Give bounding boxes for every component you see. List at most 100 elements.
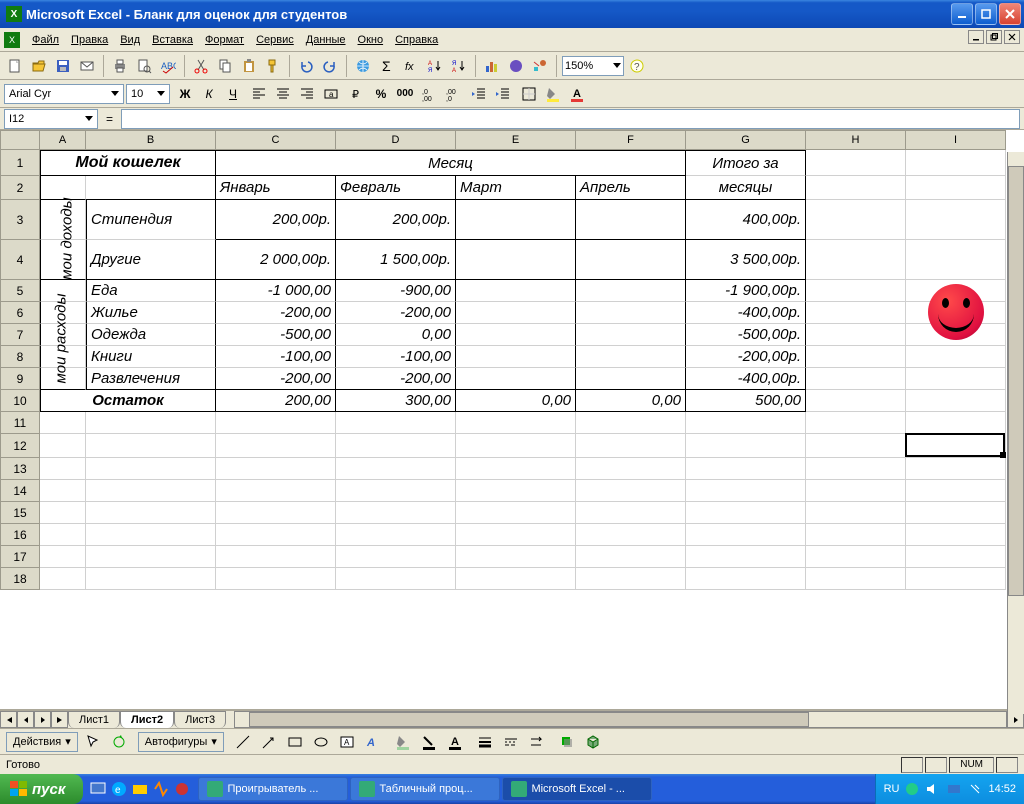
cell[interactable]: [576, 524, 686, 546]
cell[interactable]: [806, 434, 906, 458]
row-header-3[interactable]: 3: [0, 200, 40, 240]
cell-value[interactable]: [576, 368, 686, 390]
row-header-1[interactable]: 1: [0, 150, 40, 176]
cell[interactable]: [906, 502, 1006, 524]
shadow-icon[interactable]: [556, 731, 578, 753]
cell[interactable]: [576, 458, 686, 480]
cell[interactable]: [806, 200, 906, 240]
draw-actions-menu[interactable]: Действия ▾: [6, 732, 78, 752]
cell[interactable]: [906, 458, 1006, 480]
cell-value[interactable]: [456, 200, 576, 240]
row-header-4[interactable]: 4: [0, 240, 40, 280]
autoshapes-menu[interactable]: Автофигуры ▾: [138, 732, 224, 752]
cell[interactable]: [86, 546, 216, 568]
tray-volume-icon[interactable]: [925, 781, 941, 797]
cell[interactable]: [686, 502, 806, 524]
zoom-combo[interactable]: 150%: [562, 56, 624, 76]
cell[interactable]: [456, 546, 576, 568]
cell[interactable]: [906, 176, 1006, 200]
start-button[interactable]: пуск: [0, 774, 83, 804]
spelling-icon[interactable]: ABC: [157, 55, 179, 77]
font-color-icon[interactable]: A: [566, 83, 588, 105]
cell[interactable]: [216, 458, 336, 480]
row-header-9[interactable]: 9: [0, 368, 40, 390]
cell[interactable]: [86, 434, 216, 458]
cell[interactable]: [576, 434, 686, 458]
oval-icon[interactable]: [310, 731, 332, 753]
cell-month-header[interactable]: Месяц: [216, 150, 686, 176]
sheet-tab-Лист3[interactable]: Лист3: [174, 711, 226, 728]
tray-icon-3[interactable]: [946, 781, 962, 797]
cell[interactable]: [576, 546, 686, 568]
cell[interactable]: [806, 412, 906, 434]
cell[interactable]: [686, 434, 806, 458]
row-header-6[interactable]: 6: [0, 302, 40, 324]
formula-input[interactable]: [121, 109, 1020, 129]
cell-rowlabel[interactable]: Книги: [86, 346, 216, 368]
cell[interactable]: [806, 302, 906, 324]
new-icon[interactable]: [4, 55, 26, 77]
cell-value[interactable]: -200,00р.: [686, 346, 806, 368]
italic-button[interactable]: К: [198, 83, 220, 105]
row-header-7[interactable]: 7: [0, 324, 40, 346]
rect-icon[interactable]: [284, 731, 306, 753]
lang-indicator[interactable]: RU: [884, 783, 900, 795]
cell-value[interactable]: -900,00: [336, 280, 456, 302]
row-header-12[interactable]: 12: [0, 434, 40, 458]
cell[interactable]: [216, 546, 336, 568]
sort-desc-icon[interactable]: ЯА: [448, 55, 470, 77]
col-header-H[interactable]: H: [806, 130, 906, 150]
maximize-button[interactable]: [975, 3, 997, 25]
sort-asc-icon[interactable]: АЯ: [424, 55, 446, 77]
comma-icon[interactable]: 000: [394, 83, 416, 105]
cell[interactable]: [216, 434, 336, 458]
line-color-icon[interactable]: [418, 731, 440, 753]
align-center-icon[interactable]: [272, 83, 294, 105]
map-icon[interactable]: [505, 55, 527, 77]
spreadsheet-grid[interactable]: ABCDEFGHI1Мой кошелекМесяцИтого за2Январ…: [0, 130, 1024, 710]
ql-other-icon[interactable]: [173, 780, 191, 798]
cell[interactable]: [806, 502, 906, 524]
currency-icon[interactable]: ₽: [346, 83, 368, 105]
name-box[interactable]: I12: [4, 109, 98, 129]
cell[interactable]: [686, 480, 806, 502]
line-style-icon[interactable]: [474, 731, 496, 753]
decrease-indent-icon[interactable]: [468, 83, 490, 105]
menu-help[interactable]: Справка: [389, 31, 444, 49]
cell-value[interactable]: [576, 346, 686, 368]
cell-value[interactable]: [576, 280, 686, 302]
tab-nav-next[interactable]: [34, 711, 51, 728]
format-painter-icon[interactable]: [262, 55, 284, 77]
print-preview-icon[interactable]: [133, 55, 155, 77]
col-header-A[interactable]: A: [40, 130, 86, 150]
cell-remainder-value[interactable]: 200,00: [216, 390, 336, 412]
cell[interactable]: [216, 524, 336, 546]
cell-value[interactable]: 3 500,00р.: [686, 240, 806, 280]
sheet-tab-Лист2[interactable]: Лист2: [120, 711, 174, 728]
mdi-close[interactable]: [1004, 30, 1020, 44]
merge-center-icon[interactable]: a: [320, 83, 342, 105]
cell-remainder-value[interactable]: 0,00: [576, 390, 686, 412]
decrease-decimal-icon[interactable]: ,00,0: [442, 83, 464, 105]
cell-value[interactable]: -200,00: [216, 368, 336, 390]
cell[interactable]: [40, 458, 86, 480]
cell-rowlabel[interactable]: Еда: [86, 280, 216, 302]
cell[interactable]: [806, 150, 906, 176]
cell-value[interactable]: [456, 368, 576, 390]
align-left-icon[interactable]: [248, 83, 270, 105]
row-header-16[interactable]: 16: [0, 524, 40, 546]
textbox-icon[interactable]: A: [336, 731, 358, 753]
cell-remainder-value[interactable]: 300,00: [336, 390, 456, 412]
cell-month[interactable]: Март: [456, 176, 576, 200]
cell-title[interactable]: Мой кошелек: [40, 150, 216, 176]
drawing-toggle-icon[interactable]: [529, 55, 551, 77]
cell[interactable]: [576, 412, 686, 434]
cell[interactable]: [806, 240, 906, 280]
close-button[interactable]: [999, 3, 1021, 25]
row-header-11[interactable]: 11: [0, 412, 40, 434]
hyperlink-icon[interactable]: [352, 55, 374, 77]
cell[interactable]: [456, 412, 576, 434]
cell[interactable]: [906, 412, 1006, 434]
open-icon[interactable]: [28, 55, 50, 77]
menu-view[interactable]: Вид: [114, 31, 146, 49]
